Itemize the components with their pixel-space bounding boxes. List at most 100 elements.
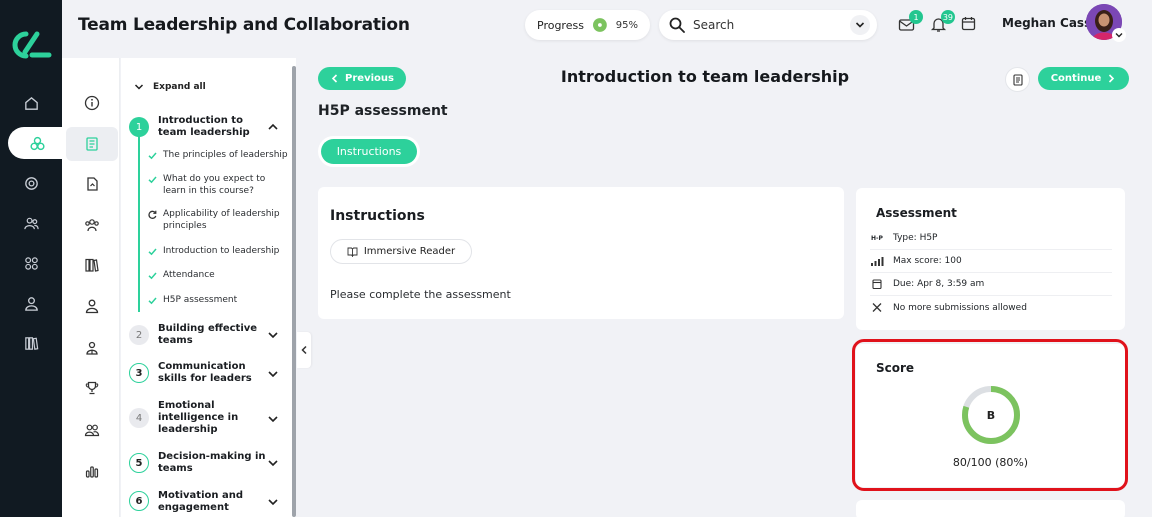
section-number: 4	[129, 408, 149, 428]
home-nav-icon[interactable]	[0, 87, 62, 119]
expand-all-toggle[interactable]: Expand all	[134, 82, 206, 92]
groups-tool[interactable]	[66, 413, 118, 447]
chevron-up-icon[interactable]	[267, 121, 279, 133]
resources-tool[interactable]	[66, 248, 118, 282]
section-title[interactable]: Communication skills for leaders	[158, 361, 266, 385]
apps-grid-nav-icon[interactable]	[0, 247, 62, 279]
document-icon	[87, 177, 98, 191]
course-progress[interactable]: Progress 95%	[525, 10, 650, 40]
group-icon	[85, 219, 99, 232]
section-number: 5	[129, 453, 149, 473]
section-title[interactable]: Motivation and engagement	[158, 490, 266, 514]
user-name[interactable]: Meghan Cass	[1002, 16, 1091, 30]
profile-nav-icon[interactable]	[0, 287, 62, 319]
search-scope-dropdown[interactable]	[850, 15, 870, 35]
check-icon	[148, 272, 157, 280]
lesson-item[interactable]: The principles of leadership	[148, 150, 290, 162]
teacher-tool[interactable]	[66, 331, 118, 365]
section-number: 2	[129, 325, 149, 345]
check-icon	[148, 152, 157, 160]
chevron-down-icon	[134, 84, 144, 90]
check-icon	[148, 176, 157, 184]
tab-instructions[interactable]: Instructions	[321, 139, 417, 164]
instructions-text: Please complete the assessment	[330, 288, 511, 301]
section-number: 1	[129, 117, 149, 137]
search-bar[interactable]	[659, 10, 877, 40]
section-number: 6	[129, 491, 149, 511]
account-menu-toggle[interactable]	[1112, 28, 1126, 42]
calendar-icon	[961, 17, 976, 31]
lesson-item[interactable]: What do you expect to learn in this cour…	[148, 174, 290, 197]
reports-tool[interactable]	[66, 454, 118, 488]
people-nav-icon[interactable]	[0, 207, 62, 239]
search-icon	[669, 17, 685, 33]
documents-tool[interactable]	[66, 167, 118, 201]
trophy-icon	[85, 381, 99, 395]
books-icon	[85, 258, 99, 272]
immersive-reader-label: Immersive Reader	[363, 246, 456, 257]
goals-nav-icon[interactable]	[0, 167, 62, 199]
section-progress-line	[138, 136, 140, 312]
chevron-down-icon[interactable]	[267, 413, 279, 425]
lesson-item[interactable]: Applicability of leadership principles	[148, 209, 290, 232]
lesson-item[interactable]: Introduction to leadership	[148, 246, 290, 258]
immersive-reader-button[interactable]: Immersive Reader	[330, 239, 472, 264]
user-icon	[85, 299, 99, 314]
section-title[interactable]: Introduction to team leadership	[158, 115, 266, 139]
achievements-tool[interactable]	[66, 371, 118, 405]
close-icon	[872, 302, 882, 312]
chevron-down-icon	[1115, 33, 1123, 38]
assessment-due-row: Due: Apr 8, 3:59 am	[870, 273, 1112, 296]
course-info-tool[interactable]	[66, 86, 118, 120]
app-logo[interactable]	[10, 30, 52, 60]
chevron-down-icon[interactable]	[267, 457, 279, 469]
assessment-due: Due: Apr 8, 3:59 am	[893, 279, 985, 289]
next-card	[856, 500, 1125, 517]
course-outline-tool[interactable]	[66, 127, 118, 161]
section-title[interactable]: Emotional intelligence in leadership	[158, 400, 266, 436]
top-header: Team Leadership and Collaboration Progre…	[62, 0, 1152, 58]
info-icon	[84, 95, 100, 111]
signal-bars-icon	[871, 257, 884, 266]
participants-tool[interactable]	[66, 208, 118, 242]
section-title[interactable]: Decision-making in teams	[158, 451, 266, 475]
main-nav-rail	[0, 0, 66, 517]
continue-button[interactable]: Continue	[1038, 67, 1129, 90]
chevron-left-icon	[331, 74, 338, 83]
lesson-item[interactable]: Attendance	[148, 270, 290, 282]
lesson-item-active[interactable]: H5P assessment	[148, 295, 290, 307]
assessment-submissions: No more submissions allowed	[893, 302, 1027, 313]
chevron-down-icon[interactable]	[267, 496, 279, 508]
courses-nav-icon[interactable]	[8, 127, 66, 159]
section-title[interactable]: Building effective teams	[158, 323, 266, 347]
outline-scrollbar[interactable]	[292, 66, 296, 517]
course-tools-column	[62, 58, 120, 517]
collapse-outline-button[interactable]	[297, 332, 311, 368]
assessment-card: Assessment H-P Type: H5P Max score: 100 …	[856, 188, 1125, 330]
messages-button[interactable]: 1	[898, 10, 923, 34]
app-title: Team Leadership and Collaboration	[78, 15, 410, 35]
notifications-button[interactable]: 39	[930, 10, 955, 34]
chevron-right-icon	[1109, 74, 1115, 83]
progress-ring-icon	[592, 18, 607, 32]
expand-all-label: Expand all	[153, 82, 206, 92]
book-icon	[86, 137, 98, 151]
lesson-title-heading: Introduction to team leadership	[560, 67, 850, 86]
calendar-icon	[872, 279, 882, 290]
chevron-down-icon[interactable]	[267, 329, 279, 341]
notes-button[interactable]	[1005, 67, 1030, 92]
profile-tool[interactable]	[66, 289, 118, 323]
assessment-type-row: H-P Type: H5P	[870, 227, 1112, 250]
instructions-card: Instructions Immersive Reader Please com…	[318, 187, 844, 319]
notifications-badge: 39	[940, 10, 955, 24]
instructions-heading: Instructions	[330, 208, 425, 224]
previous-label: Previous	[345, 73, 394, 84]
chevron-left-icon	[301, 345, 307, 355]
previous-button[interactable]: Previous	[318, 67, 406, 90]
calendar-button[interactable]	[961, 16, 979, 34]
h5p-icon: H-P	[871, 234, 883, 242]
chevron-down-icon[interactable]	[267, 368, 279, 380]
search-input[interactable]	[693, 18, 843, 32]
library-nav-icon[interactable]	[0, 327, 62, 359]
lesson-title: What do you expect to learn in this cour…	[163, 174, 266, 196]
